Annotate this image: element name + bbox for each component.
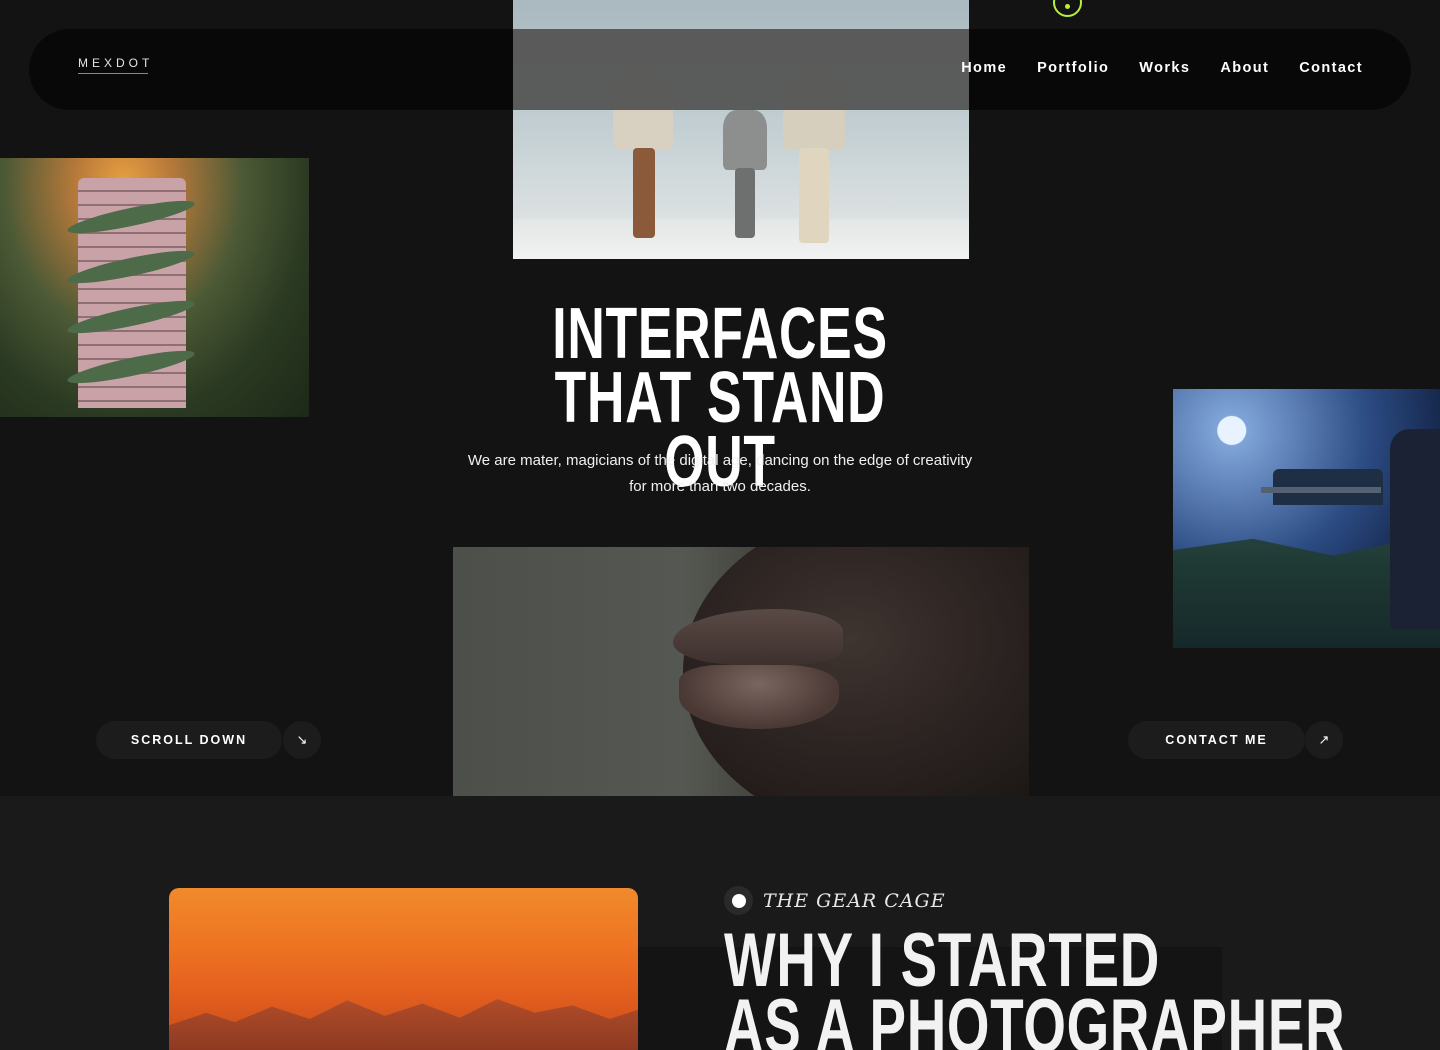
navbar-glass-overlay (513, 29, 969, 110)
navbar: MEXDOT Home Portfolio Works About Contac… (29, 29, 1411, 110)
nav-about[interactable]: About (1220, 60, 1269, 76)
nav-home[interactable]: Home (961, 60, 1007, 76)
arrow-down-right-icon[interactable]: ↘ (283, 721, 321, 759)
contact-me-button[interactable]: CONTACT ME (1128, 721, 1305, 759)
section-tag-label: THE GEAR CAGE (763, 889, 946, 912)
nav-contact[interactable]: Contact (1299, 60, 1363, 76)
nav-works[interactable]: Works (1139, 60, 1190, 76)
portrait-lips-image (453, 547, 1029, 796)
logo-text: MEXDOT (78, 56, 154, 70)
logo-underline (78, 73, 148, 74)
scroll-down-button[interactable]: SCROLL DOWN (96, 721, 282, 759)
nav-links: Home Portfolio Works About Contact (961, 60, 1363, 76)
section-title: WHY I STARTED AS A PHOTOGRAPHER (724, 923, 1346, 1050)
hero-subtitle: We are mater, magicians of the digital a… (467, 452, 973, 495)
sunset-mountains-image (169, 888, 638, 1050)
logo[interactable]: MEXDOT (78, 56, 168, 80)
bullet-dot-icon (724, 886, 753, 915)
dragon-tower-image (0, 158, 309, 417)
section-title-line2: AS A PHOTOGRAPHER (724, 984, 1346, 1050)
night-landscape-image (1173, 389, 1440, 648)
nav-portfolio[interactable]: Portfolio (1037, 60, 1109, 76)
arrow-up-right-icon[interactable]: ↗ (1305, 721, 1343, 759)
page: MEXDOT Home Portfolio Works About Contac… (0, 0, 1440, 1050)
dot-icon (1053, 0, 1082, 17)
section-tag: THE GEAR CAGE (724, 886, 946, 915)
hero-title-line1: INTERFACES (552, 294, 888, 374)
hero-section: MEXDOT Home Portfolio Works About Contac… (0, 0, 1440, 796)
